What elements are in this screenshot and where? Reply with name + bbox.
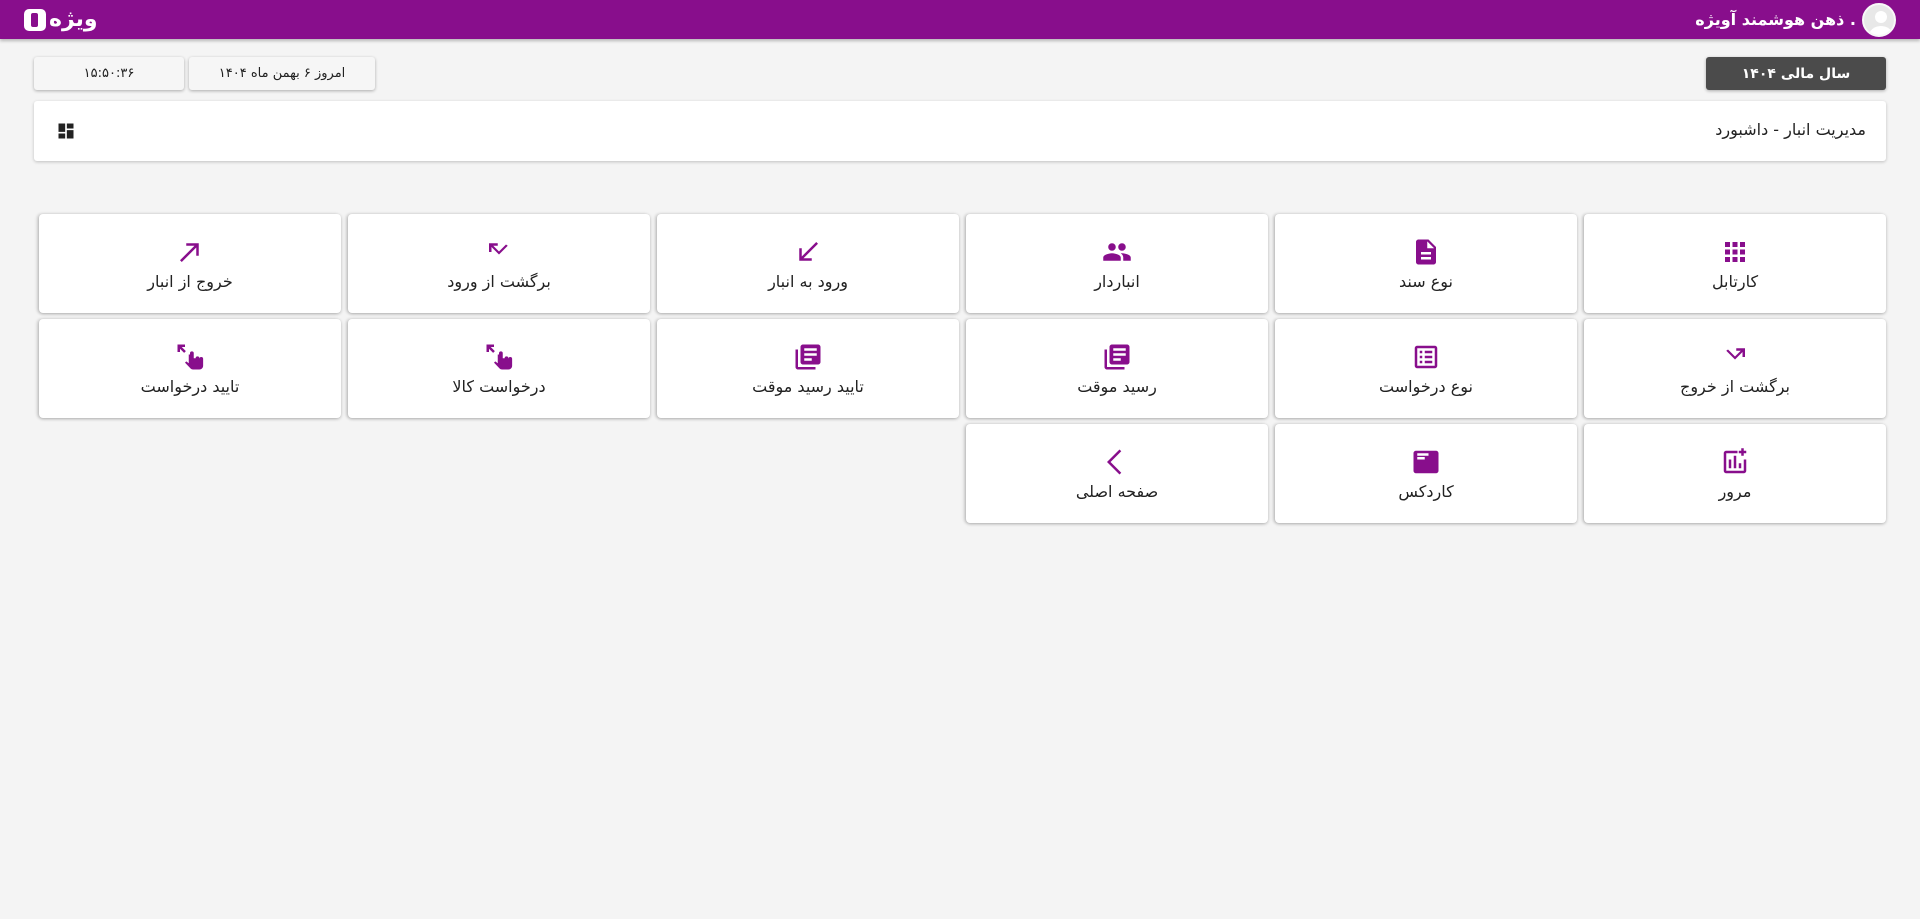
app-logo[interactable]: ویژه: [24, 7, 98, 32]
tile-enter-warehouse[interactable]: ورود به انبار: [657, 214, 959, 313]
dashboard-tiles-grid: کارتابل نوع سند انباردار ورود به انبار ب…: [34, 214, 1886, 523]
tile-label: ورود به انبار: [768, 271, 848, 291]
tile-label: نوع درخواست: [1379, 376, 1473, 396]
tile-return-from-entry[interactable]: برگشت از ورود: [348, 214, 650, 313]
list-box-icon: [1414, 345, 1438, 368]
tile-goods-request[interactable]: درخواست کالا: [348, 319, 650, 418]
tile-label: درخواست کالا: [452, 376, 546, 396]
dashboard-icon[interactable]: [56, 121, 76, 141]
tile-kartabl[interactable]: کارتابل: [1584, 214, 1886, 313]
return-arrow-icon: [489, 242, 508, 254]
logo-text: ویژه: [49, 7, 98, 32]
chevron-left-icon: [1107, 449, 1122, 474]
tile-label: برگشت از خروج: [1680, 376, 1790, 396]
tile-label: نوع سند: [1399, 271, 1453, 291]
tile-label: برگشت از ورود: [447, 271, 551, 291]
tile-approve-request[interactable]: تایید درخواست: [39, 319, 341, 418]
people-icon: [1103, 242, 1131, 261]
tile-label: تایید رسید موقت: [752, 376, 864, 396]
tile-return-from-exit[interactable]: برگشت از خروج: [1584, 319, 1886, 418]
avatar[interactable]: [1862, 2, 1896, 37]
document-icon: [1416, 239, 1436, 264]
tile-label: صفحه اصلی: [1075, 481, 1159, 501]
apps-grid-icon: [1725, 241, 1745, 262]
tile-label: انباردار: [1094, 271, 1140, 291]
tile-document-type[interactable]: نوع سند: [1275, 214, 1577, 313]
tile-request-type[interactable]: نوع درخواست: [1275, 319, 1577, 418]
tile-temporary-receipt[interactable]: رسید موقت: [966, 319, 1268, 418]
add-chart-icon: [1723, 447, 1747, 473]
tile-storekeeper[interactable]: انباردار: [966, 214, 1268, 313]
tile-label: کارتابل: [1711, 271, 1759, 291]
user-name: ذهن هوشمند آویژه .: [1695, 10, 1856, 29]
top-app-bar: ویژه ذهن هوشمند آویژه .: [0, 0, 1920, 39]
arrow-up-right-icon: [180, 242, 199, 262]
tile-label: خروج از انبار: [147, 271, 233, 291]
tile-approve-temporary-receipt[interactable]: تایید رسید موقت: [657, 319, 959, 418]
tile-label: کاردکس: [1398, 481, 1454, 501]
logo-mark-icon: [24, 8, 46, 31]
arrow-down-left-icon: [799, 241, 818, 261]
tile-label: رسید موقت: [1077, 376, 1157, 396]
return-trend-icon: [1726, 347, 1745, 359]
today-date-chip: امروز ۶ بهمن ماه ۱۴۰۴: [189, 57, 375, 90]
page-header-card: مدیریت انبار - داشبورد: [34, 101, 1886, 161]
tap-expand-icon: [177, 344, 204, 369]
library-books-icon: [1104, 344, 1130, 369]
clock-chip: ۱۵:۵۰:۳۶: [34, 57, 184, 90]
card-icon: [1413, 450, 1439, 473]
tile-label: تایید درخواست: [140, 376, 240, 396]
library-books-icon: [795, 344, 821, 369]
page-title: مدیریت انبار - داشبورد: [1715, 120, 1866, 139]
tile-exit-warehouse[interactable]: خروج از انبار: [39, 214, 341, 313]
tap-expand-icon: [486, 344, 513, 369]
fiscal-year-button[interactable]: سال مالی ۱۴۰۴: [1706, 57, 1886, 90]
tile-home[interactable]: صفحه اصلی: [966, 424, 1268, 523]
tile-browse[interactable]: مرور: [1584, 424, 1886, 523]
tile-label: مرور: [1718, 481, 1752, 501]
user-menu[interactable]: ذهن هوشمند آویژه .: [1695, 2, 1896, 37]
tile-kardex[interactable]: کاردکس: [1275, 424, 1577, 523]
